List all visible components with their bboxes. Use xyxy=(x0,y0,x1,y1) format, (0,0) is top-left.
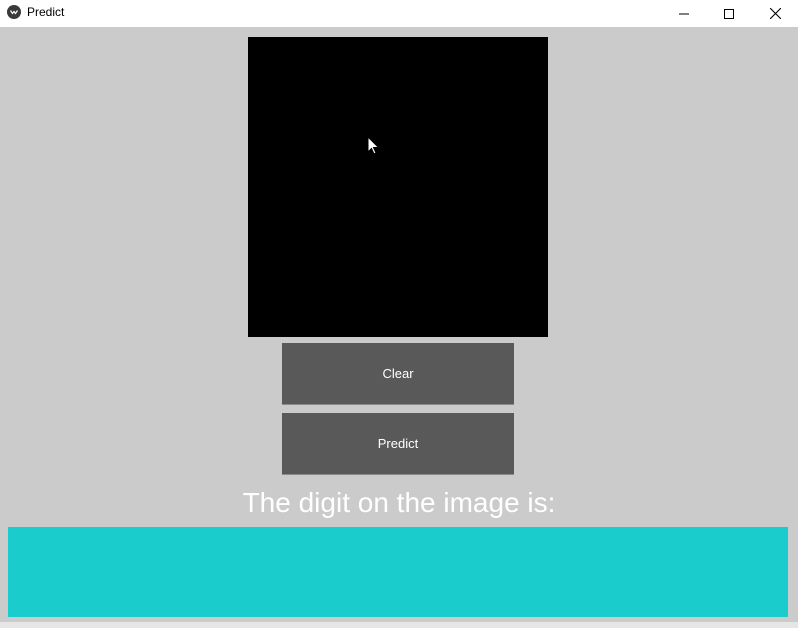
result-label: The digit on the image is: xyxy=(242,487,556,518)
minimize-button[interactable] xyxy=(661,0,707,27)
clear-button-label: Clear xyxy=(382,366,414,381)
window-title: Predict xyxy=(27,5,65,19)
kivy-app-icon xyxy=(7,5,21,19)
predict-button-label: Predict xyxy=(377,436,419,451)
maximize-button[interactable] xyxy=(706,0,752,27)
close-button[interactable] xyxy=(752,0,798,27)
title-bar: Predict xyxy=(0,0,798,27)
clear-button[interactable]: Clear xyxy=(282,343,514,405)
drawing-canvas[interactable] xyxy=(248,37,548,337)
result-output xyxy=(8,527,788,617)
predict-button[interactable]: Predict xyxy=(282,413,514,475)
minimize-icon xyxy=(679,9,689,19)
window-bottom-edge xyxy=(0,622,798,628)
maximize-icon xyxy=(724,8,734,19)
mouse-pointer-icon xyxy=(367,135,381,156)
app-window: Predict Clear Predict The digit on the i… xyxy=(0,0,798,628)
close-icon xyxy=(769,8,781,19)
